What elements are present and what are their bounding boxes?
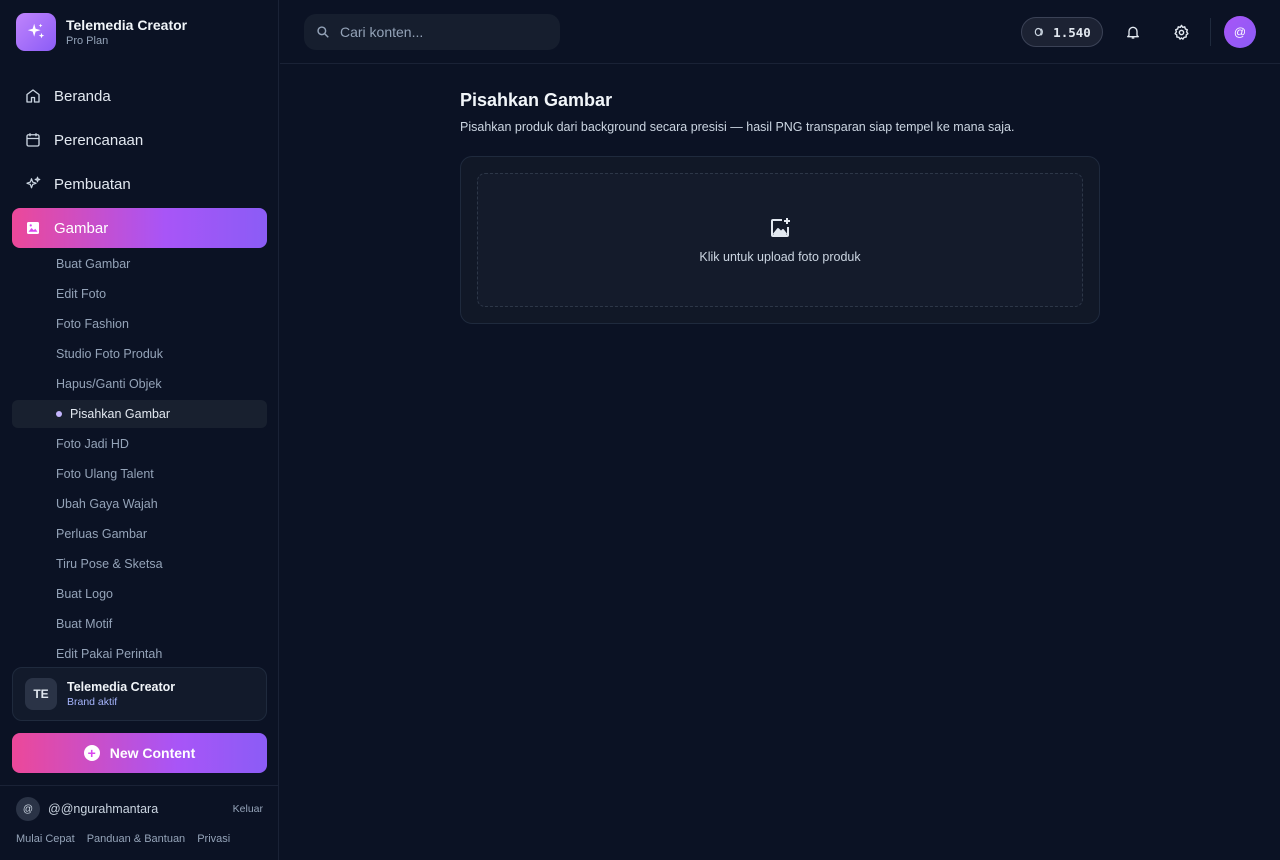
subnav-label: Foto Ulang Talent (56, 467, 154, 481)
image-add-icon (771, 218, 790, 237)
subnav-label: Buat Gambar (56, 257, 131, 271)
footer-links: Mulai Cepat Panduan & Bantuan Privasi (16, 833, 242, 845)
plus-circle-icon: + (83, 745, 100, 761)
nav-item-perencanaan[interactable]: Perencanaan (12, 120, 267, 160)
upload-card: Klik untuk upload foto produk (460, 156, 1100, 324)
footer-link-panduan[interactable]: Panduan & Bantuan (87, 833, 185, 845)
sparkles-icon (26, 176, 41, 189)
search-box[interactable] (304, 14, 560, 50)
subnav-item-pisahkan-gambar[interactable]: Pisahkan Gambar (12, 400, 267, 428)
subnav-label: Hapus/Ganti Objek (56, 377, 162, 391)
profile-avatar[interactable]: @ (1224, 16, 1256, 48)
top-bar: 1.540 @ (280, 0, 1280, 64)
subnav-label: Pisahkan Gambar (70, 407, 171, 421)
subnav-label: Buat Logo (56, 587, 113, 601)
notifications-button[interactable] (1121, 20, 1145, 44)
subnav-label: Foto Fashion (56, 317, 129, 331)
credits-badge[interactable]: 1.540 (1021, 17, 1103, 47)
brand-card-status: Brand aktif (67, 696, 118, 708)
search-input[interactable] (340, 24, 540, 40)
settings-button[interactable] (1169, 20, 1193, 44)
subnav-item-ubah-gaya-wajah[interactable]: Ubah Gaya Wajah (12, 490, 267, 518)
page-description: Pisahkan produk dari background secara p… (460, 120, 1015, 134)
new-content-label: New Content (109, 745, 196, 761)
upload-label: Klik untuk upload foto produk (699, 250, 861, 264)
subnav-label: Buat Motif (56, 617, 113, 631)
divider (0, 785, 279, 786)
brand-plan: Pro Plan (66, 35, 109, 47)
search-icon (317, 26, 329, 38)
nav-item-beranda[interactable]: Beranda (12, 76, 267, 116)
subnav-item-edit-pakai-perintah[interactable]: Edit Pakai Perintah (12, 640, 267, 668)
new-content-button[interactable]: + New Content (12, 733, 267, 773)
subnav-label: Edit Pakai Perintah (56, 647, 163, 661)
subnav-label: Foto Jadi HD (56, 437, 129, 451)
brand-avatar: TE (25, 678, 57, 710)
brand[interactable]: Telemedia Creator Pro Plan (16, 13, 187, 51)
upload-dropzone[interactable]: Klik untuk upload foto produk (477, 173, 1083, 307)
subnav-item-foto-jadi-hd[interactable]: Foto Jadi HD (12, 430, 267, 458)
subnav-label: Edit Foto (56, 287, 107, 301)
user-avatar[interactable]: @ (16, 797, 40, 821)
coins-icon (1034, 27, 1044, 37)
subnav-item-studio-foto-produk[interactable]: Studio Foto Produk (12, 340, 267, 368)
subnav-label: Studio Foto Produk (56, 347, 164, 361)
page-title: Pisahkan Gambar (460, 90, 613, 110)
subnav-item-foto-ulang-talent[interactable]: Foto Ulang Talent (12, 460, 267, 488)
header-divider (1210, 18, 1211, 46)
nav-label: Pembuatan (54, 175, 131, 193)
subnav-item-foto-fashion[interactable]: Foto Fashion (12, 310, 267, 338)
subnav-label: Ubah Gaya Wajah (56, 497, 158, 511)
user-row: @ @@ngurahmantara Keluar (16, 797, 263, 821)
nav-label: Perencanaan (54, 131, 144, 149)
user-handle: @@ngurahmantara (48, 802, 159, 816)
brand-name: Telemedia Creator (66, 17, 188, 33)
brand-card-name: Telemedia Creator (67, 680, 176, 694)
bell-icon (1127, 26, 1139, 39)
subnav-item-perluas-gambar[interactable]: Perluas Gambar (12, 520, 267, 548)
subnav-label: Tiru Pose & Sketsa (56, 557, 163, 571)
subnav-item-hapus-ganti-objek[interactable]: Hapus/Ganti Objek (12, 370, 267, 398)
sidebar: Telemedia Creator Pro Plan Beranda Peren… (0, 0, 279, 860)
active-dot (56, 411, 62, 417)
footer-link-privasi[interactable]: Privasi (197, 833, 230, 845)
active-brand-card[interactable]: TE Telemedia Creator Brand aktif (12, 667, 267, 721)
home-icon (26, 89, 40, 103)
footer-link-mulai-cepat[interactable]: Mulai Cepat (16, 833, 75, 845)
subnav-item-buat-motif[interactable]: Buat Motif (12, 610, 267, 638)
nav-item-gambar[interactable]: Gambar (12, 208, 267, 248)
image-icon (27, 222, 39, 234)
subnav-label: Perluas Gambar (56, 527, 148, 541)
calendar-icon (26, 133, 40, 147)
subnav-item-edit-foto[interactable]: Edit Foto (12, 280, 267, 308)
subnav-item-buat-gambar[interactable]: Buat Gambar (12, 250, 267, 278)
subnav-item-buat-logo[interactable]: Buat Logo (12, 580, 267, 608)
nav-item-pembuatan[interactable]: Pembuatan (12, 164, 267, 204)
nav-label: Gambar (54, 219, 109, 237)
gear-icon (1173, 24, 1189, 40)
logout-link[interactable]: Keluar (233, 803, 263, 815)
credits-value: 1.540 (1053, 24, 1091, 40)
subnav-item-tiru-pose-sketsa[interactable]: Tiru Pose & Sketsa (12, 550, 267, 578)
nav-label: Beranda (54, 87, 111, 105)
sparkles-logo-icon (16, 13, 56, 51)
